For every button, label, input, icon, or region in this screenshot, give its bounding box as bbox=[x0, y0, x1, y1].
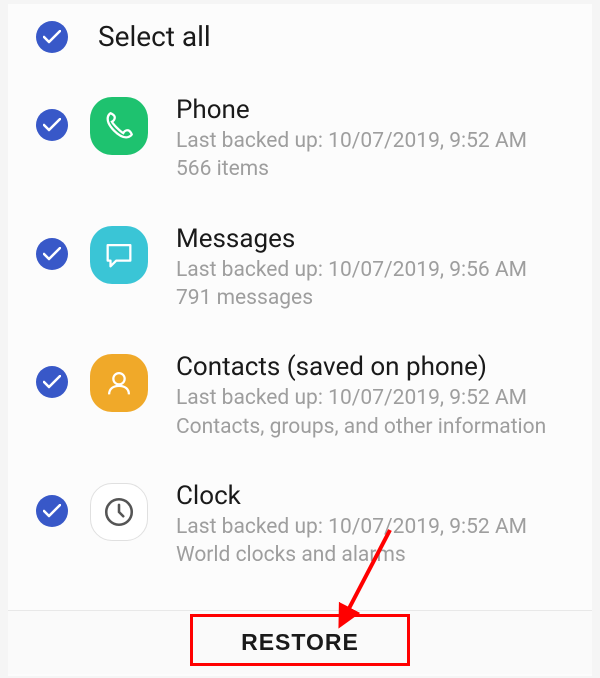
check-icon bbox=[43, 504, 61, 518]
check-icon bbox=[43, 247, 61, 261]
select-all-checkbox[interactable] bbox=[36, 21, 68, 53]
footer-bar: RESTORE bbox=[8, 610, 592, 674]
clock-icon bbox=[90, 483, 148, 541]
contacts-icon bbox=[90, 354, 148, 412]
item-subtitle: Last backed up: 10/07/2019, 9:52 AMWorld… bbox=[176, 513, 574, 570]
restore-button[interactable]: RESTORE bbox=[195, 621, 405, 664]
item-title: Phone bbox=[176, 95, 574, 125]
check-icon bbox=[43, 118, 61, 132]
messages-icon bbox=[90, 226, 148, 284]
phone-icon bbox=[90, 97, 148, 155]
item-title: Messages bbox=[176, 224, 574, 254]
item-checkbox-contacts[interactable] bbox=[36, 366, 68, 398]
select-all-label: Select all bbox=[98, 20, 211, 53]
item-title: Clock bbox=[176, 481, 574, 511]
item-checkbox-phone[interactable] bbox=[36, 109, 68, 141]
item-checkbox-clock[interactable] bbox=[36, 495, 68, 527]
item-subtitle: Last backed up: 10/07/2019, 9:56 AM791 m… bbox=[176, 256, 574, 313]
list-item[interactable]: Messages Last backed up: 10/07/2019, 9:5… bbox=[8, 210, 592, 339]
item-subtitle: Last backed up: 10/07/2019, 9:52 AM566 i… bbox=[176, 127, 574, 184]
check-icon bbox=[43, 375, 61, 389]
item-checkbox-messages[interactable] bbox=[36, 238, 68, 270]
item-subtitle: Last backed up: 10/07/2019, 9:52 AMConta… bbox=[176, 384, 574, 441]
check-icon bbox=[43, 30, 61, 44]
list-item[interactable]: Phone Last backed up: 10/07/2019, 9:52 A… bbox=[8, 81, 592, 210]
list-item[interactable]: Contacts (saved on phone) Last backed up… bbox=[8, 338, 592, 467]
item-title: Contacts (saved on phone) bbox=[176, 352, 574, 382]
list-item[interactable]: Clock Last backed up: 10/07/2019, 9:52 A… bbox=[8, 467, 592, 596]
select-all-row[interactable]: Select all bbox=[8, 4, 592, 81]
